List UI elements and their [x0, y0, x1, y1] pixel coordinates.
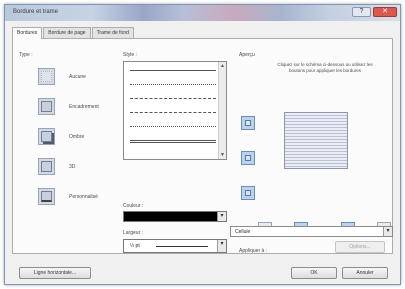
tab-borders[interactable]: Bordures	[12, 27, 43, 39]
width-dropdown[interactable]: ½ pt ▾	[123, 239, 227, 253]
type-3d-label[interactable]: 3D	[69, 164, 75, 170]
style-option-dash-dot[interactable]	[130, 112, 216, 113]
ok-button[interactable]: OK	[291, 267, 337, 279]
middle-border-button[interactable]	[241, 151, 255, 165]
type-box-label[interactable]: Encadrement	[69, 104, 99, 110]
scroll-up-icon[interactable]: ▲	[220, 63, 225, 69]
border-box-icon[interactable]	[38, 98, 55, 115]
style-scrollbar[interactable]: ▲ ▼	[218, 62, 226, 159]
apply-to-label: Appliquer à :	[239, 248, 268, 254]
top-border-button[interactable]	[241, 116, 255, 130]
style-label: Style :	[123, 52, 137, 58]
style-option-dash-dot-dot[interactable]	[130, 126, 216, 127]
type-none-label[interactable]: Aucune	[69, 74, 86, 80]
chevron-down-icon[interactable]: ▾	[217, 212, 226, 221]
chevron-down-icon[interactable]: ▾	[217, 240, 226, 252]
apply-to-value: Cellule	[235, 229, 251, 235]
style-listbox[interactable]: ▲ ▼	[123, 61, 227, 160]
type-label: Type :	[19, 52, 33, 58]
style-option-dotted[interactable]	[130, 84, 216, 85]
horizontal-line-button[interactable]: Ligne horizontale...	[19, 267, 91, 279]
chevron-down-icon[interactable]: ▾	[383, 227, 392, 236]
help-button[interactable]: ?	[352, 7, 371, 17]
borders-dialog: Bordure et trame ? ✕ Bordures Bordure de…	[4, 4, 401, 285]
bottom-border-button[interactable]	[241, 186, 255, 200]
cancel-button[interactable]: Annuler	[342, 267, 388, 279]
color-dropdown[interactable]: ▾	[123, 211, 227, 222]
style-option-dashed[interactable]	[130, 98, 216, 99]
dialog-title: Bordure et trame	[13, 9, 59, 15]
title-bar[interactable]: Bordure et trame ? ✕	[5, 5, 400, 21]
border-none-icon[interactable]	[38, 68, 55, 85]
border-preview[interactable]	[284, 112, 348, 169]
width-label: Largeur :	[123, 230, 144, 236]
border-shadow-icon[interactable]	[38, 128, 55, 145]
border-custom-icon[interactable]	[38, 188, 55, 205]
close-button[interactable]: ✕	[373, 7, 397, 17]
type-custom-label[interactable]: Personnalisé	[69, 194, 98, 200]
preview-label: Aperçu	[239, 52, 255, 58]
border-3d-icon[interactable]	[38, 158, 55, 175]
tab-shading[interactable]: Trame de fond	[91, 27, 134, 38]
tab-strip: Bordures Bordure de page Trame de fond	[12, 27, 135, 39]
scroll-down-icon[interactable]: ▼	[220, 152, 225, 158]
width-sample-line	[156, 246, 208, 247]
options-button[interactable]: Options...	[335, 241, 385, 253]
preview-instructions: Cliquez sur le schéma ci-dessous ou util…	[277, 62, 373, 73]
style-option-solid[interactable]	[130, 70, 216, 71]
style-option-double[interactable]	[130, 140, 216, 143]
width-value: ½ pt	[130, 243, 140, 249]
type-shadow-label[interactable]: Ombre	[69, 134, 84, 140]
color-label: Couleur :	[123, 203, 144, 209]
apply-to-dropdown[interactable]: Cellule ▾	[230, 226, 393, 237]
tab-page-border[interactable]: Bordure de page	[43, 27, 91, 38]
borders-panel: Type : Aucune Encadrement Ombre 3D Perso…	[12, 38, 393, 254]
